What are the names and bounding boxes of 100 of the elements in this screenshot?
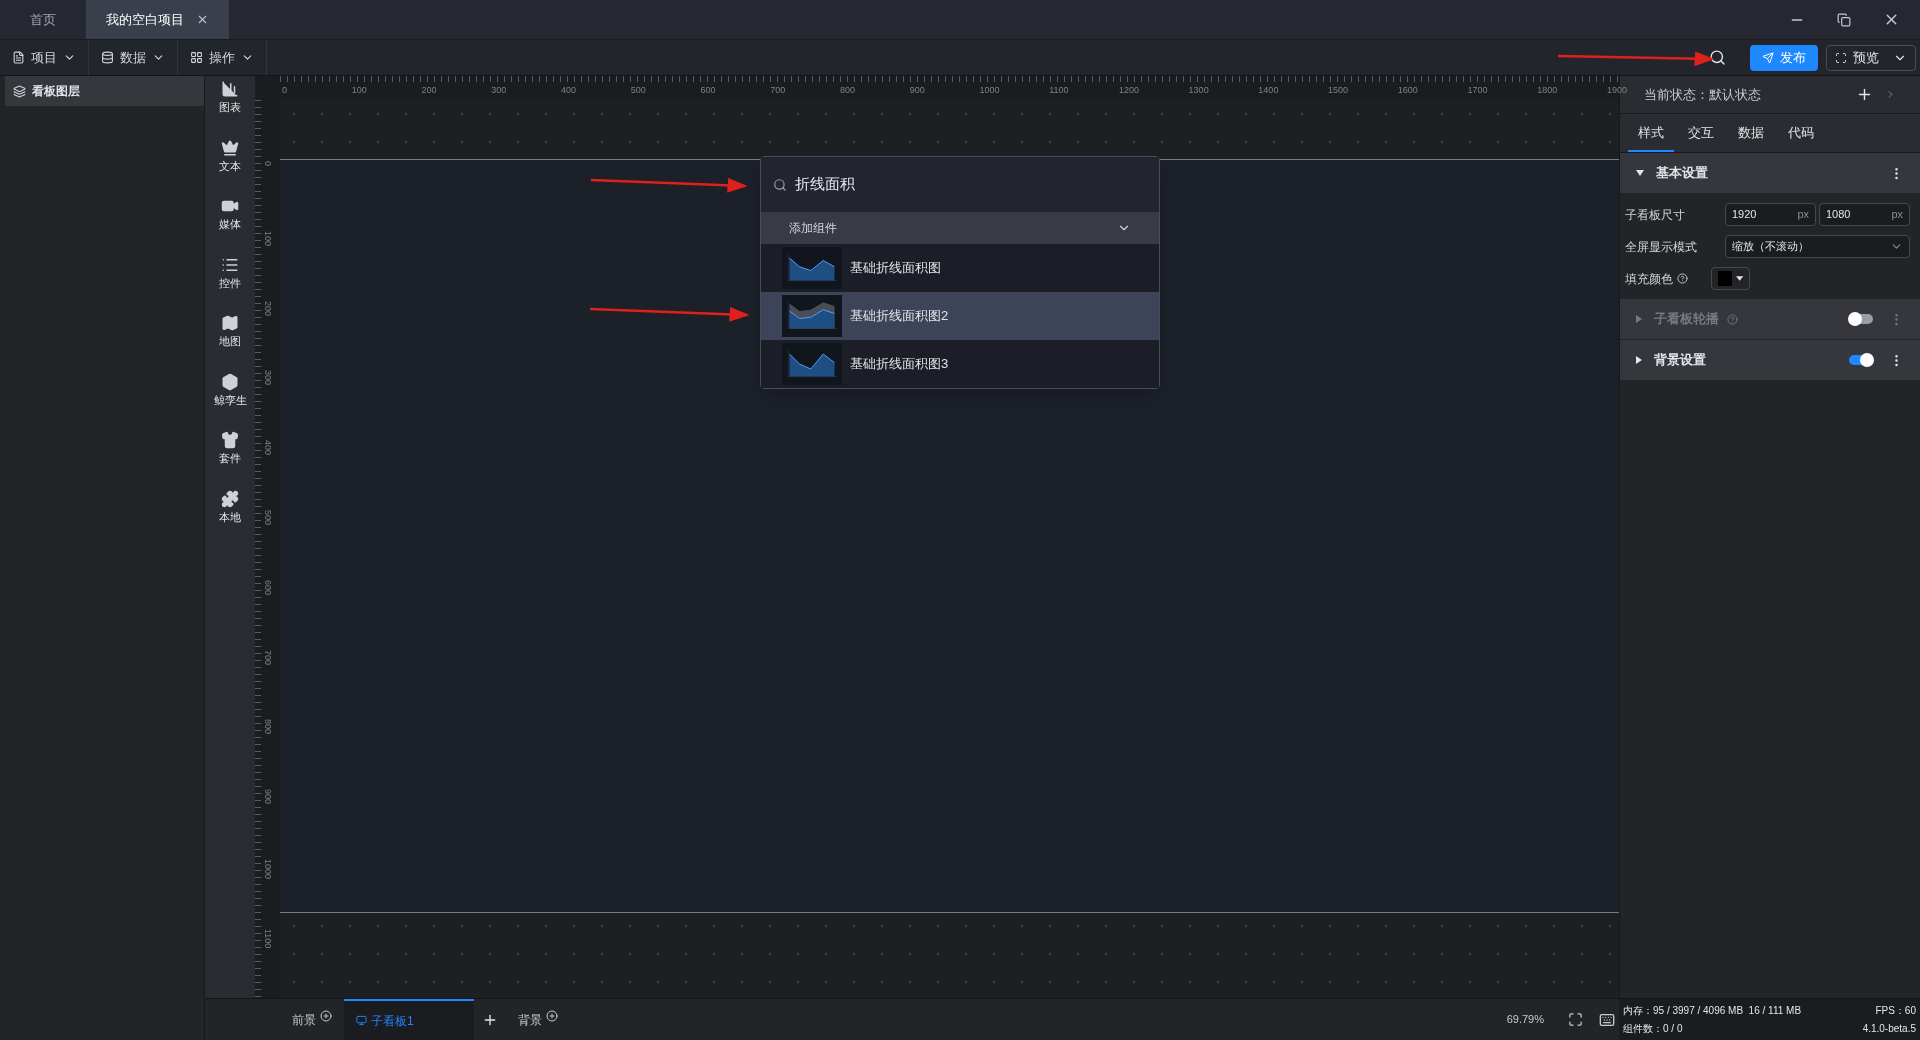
category-button[interactable]: 鲸孪生 (213, 372, 247, 408)
page-tab[interactable]: 前景 (280, 999, 344, 1040)
fps-counter: FPS：60 (1875, 1004, 1916, 1018)
ruler-label: 800 (261, 719, 274, 735)
database-icon (101, 51, 114, 64)
menu-button[interactable]: 项目 (0, 40, 89, 75)
caret-down-icon (1735, 276, 1743, 281)
ruler-label: 800 (839, 84, 855, 97)
category-button[interactable]: 媒体 (219, 197, 241, 233)
ruler-label: 700 (770, 84, 786, 97)
page-tab[interactable]: 背景 (506, 999, 570, 1040)
menu-button[interactable]: 操作 (178, 40, 267, 75)
ruler-label: 1800 (1537, 84, 1558, 97)
group-label: 添加组件 (789, 220, 837, 237)
memory-usage: 内存：95 / 3997 / 4096 MB 16 / 111 MB (1623, 1004, 1802, 1018)
ruler-label: 1400 (1258, 84, 1279, 97)
mode-select[interactable]: 缩放（不滚动） (1725, 235, 1910, 258)
category-button[interactable]: 套件 (219, 431, 241, 467)
section-header[interactable]: 基本设置 (1620, 153, 1920, 194)
group-header[interactable]: 添加组件 (761, 212, 1159, 244)
ruler-label: 1000 (979, 84, 1000, 97)
area-chart-thumbnail (782, 247, 842, 289)
tab[interactable]: 我的空白项目 (86, 0, 229, 39)
add-circle-icon[interactable] (320, 1009, 332, 1022)
toggle-switch[interactable] (1849, 355, 1873, 365)
search-icon[interactable] (1709, 49, 1726, 66)
ruler-label: 400 (560, 84, 576, 97)
ruler-label: 400 (261, 440, 274, 456)
layers-icon (13, 84, 26, 98)
ruler-label: 1200 (1118, 84, 1139, 97)
ruler-label: 500 (261, 510, 274, 526)
caret-down-icon (1636, 170, 1644, 176)
area-chart-thumbnail (782, 343, 842, 385)
fit-screen-icon[interactable] (1568, 1012, 1583, 1027)
restore-icon[interactable] (1837, 12, 1851, 27)
ruler-label: 1300 (1188, 84, 1209, 97)
category-button[interactable]: 本地 (219, 489, 241, 525)
version-label: 4.1.0-beta.5 (1862, 1022, 1916, 1036)
search-icon (773, 177, 787, 192)
keyboard-icon[interactable] (1599, 1011, 1615, 1028)
category-button[interactable]: 控件 (219, 255, 241, 291)
fullscreen-icon (1835, 51, 1847, 64)
property-tab[interactable]: 数据 (1728, 122, 1774, 152)
ruler-label: 700 (261, 649, 274, 665)
ruler-label: 900 (909, 84, 925, 97)
section-header[interactable]: 背景设置 (1620, 340, 1920, 381)
ruler-label: 500 (630, 84, 646, 97)
ruler-label: 0 (282, 84, 287, 97)
help-icon[interactable] (1677, 273, 1688, 284)
cube-icon (221, 372, 239, 391)
caret-right-icon (1636, 315, 1642, 323)
preview-button[interactable]: 预览 (1826, 44, 1916, 71)
crown-icon (221, 138, 239, 157)
zoom-level: 69.79% (1506, 1012, 1544, 1028)
ruler-label: 200 (421, 84, 437, 97)
field-label: 填充颜色 (1625, 270, 1673, 288)
area-chart-thumbnail (782, 295, 842, 337)
tab[interactable]: 首页 (0, 0, 86, 39)
ruler-label: 1600 (1397, 84, 1418, 97)
number-input[interactable]: 1920 px (1725, 203, 1816, 226)
ruler-label: 300 (491, 84, 507, 97)
close-icon[interactable] (196, 13, 209, 26)
category-button[interactable]: 地图 (219, 314, 241, 350)
ruler-label: 100 (351, 84, 367, 97)
ruler-label: 1500 (1328, 84, 1349, 97)
category-button[interactable]: 图表 (219, 80, 241, 116)
ruler-label: 1100 (261, 928, 274, 949)
ruler-label: 300 (261, 370, 274, 386)
ruler-label: 600 (700, 84, 716, 97)
ruler-label: 0 (261, 161, 274, 166)
field-label: 全屏显示模式 (1625, 238, 1698, 256)
result-item[interactable]: 基础折线面积图 (761, 244, 1159, 292)
send-icon (1762, 51, 1774, 64)
ruler-label: 100 (261, 230, 274, 246)
monitor-icon (356, 1015, 367, 1026)
plus-icon[interactable] (1856, 86, 1873, 103)
ruler-label: 1100 (1049, 84, 1069, 97)
result-item[interactable]: 基础折线面积图3 (761, 340, 1159, 388)
ruler-label: 200 (261, 300, 274, 316)
panel-title: 看板图层 (32, 83, 80, 100)
map-icon (221, 314, 239, 332)
property-tab[interactable]: 交互 (1678, 122, 1724, 152)
current-state: 当前状态：默认状态 (1644, 85, 1762, 104)
property-tab[interactable]: 代码 (1778, 122, 1824, 152)
page-tab[interactable]: 子看板1 (344, 999, 474, 1040)
shirt-icon (221, 431, 239, 449)
category-button[interactable]: 文本 (219, 138, 241, 174)
ruler-label: 1700 (1467, 84, 1488, 97)
document-icon (12, 51, 25, 64)
search-field[interactable]: 折线面积 (761, 157, 1159, 212)
grid-icon (190, 51, 203, 64)
number-input[interactable]: 1080 px (1819, 203, 1910, 226)
ruler-label: 600 (261, 579, 274, 595)
color-picker[interactable] (1711, 267, 1750, 290)
add-circle-icon[interactable] (546, 1009, 558, 1022)
ruler-label: 900 (261, 789, 274, 805)
ruler-label: 1000 (261, 859, 274, 880)
component-count: 组件数：0 / 0 (1623, 1022, 1683, 1036)
result-item[interactable]: 基础折线面积图2 (761, 292, 1159, 340)
menu-button[interactable]: 数据 (89, 40, 178, 75)
